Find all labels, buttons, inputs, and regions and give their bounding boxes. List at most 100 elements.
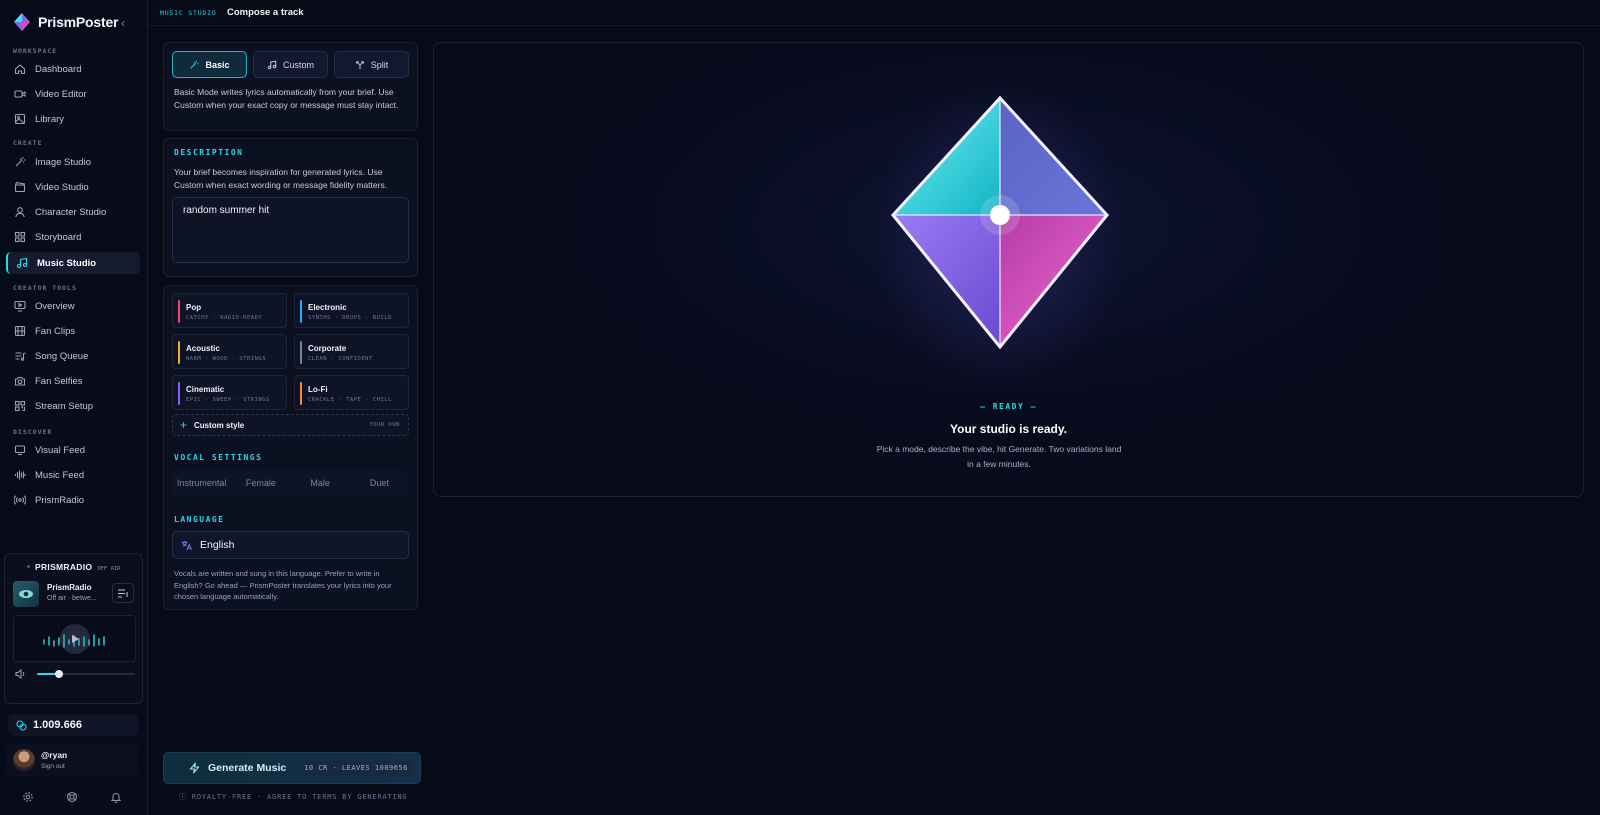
sidebar-item-label: Song Queue [35,350,89,362]
style-color-bar [178,341,180,364]
vocal-option-duet[interactable]: Duet [350,470,409,496]
language-select[interactable]: English [172,531,409,559]
custom-style-button[interactable]: + Custom style YOUR OWN [172,414,409,436]
section-label-creator-tools: CREATOR TOOLS [13,284,77,292]
custom-style-tag: YOUR OWN [369,422,400,428]
style-color-bar [300,382,302,405]
vocal-settings-segmented: Instrumental Female Male Duet [172,470,409,496]
screen-icon [14,445,26,456]
video-camera-icon [14,90,26,98]
mode-label: Basic [205,59,230,70]
mode-panel: Basic Custom Split Basic Mode writes lyr… [163,42,418,131]
sign-out-link[interactable]: Sign out [41,763,65,770]
sidebar-item-music-studio[interactable]: Music Studio [6,252,140,274]
credit-balance[interactable]: 1.009.666 [8,714,138,736]
description-textarea[interactable]: random summer hit [172,197,409,263]
sidebar-item-video-editor[interactable]: Video Editor [6,83,140,105]
sidebar-item-library[interactable]: Library [6,108,140,130]
brand[interactable]: PrismPoster [14,13,118,31]
sidebar-item-stream-setup[interactable]: Stream Setup [6,395,140,417]
home-icon [14,64,26,75]
radio-thumbnail [13,581,39,607]
collapse-sidebar-icon[interactable]: ‹ [121,16,125,30]
page-title: Compose a track [227,7,304,18]
status-line: — READY — [434,402,1583,411]
sidebar-item-label: Music Feed [35,469,85,481]
radio-station-subtitle: Off air · betwe... [47,595,97,602]
coins-icon [16,719,27,731]
magic-wand-icon [190,60,200,69]
style-tags: WARM · WOOD · STRINGS [186,356,267,362]
style-card-pop[interactable]: Pop CATCHY · RADIO-READY [172,293,287,328]
vocal-option-female[interactable]: Female [231,470,290,496]
sidebar: PrismPoster ‹ WORKSPACE CREATE CREATOR T… [0,0,148,815]
sidebar-item-visual-feed[interactable]: Visual Feed [6,439,140,461]
grid-icon [14,231,26,243]
sidebar-item-label: Dashboard [35,63,82,75]
user-icon [15,207,25,218]
play-icon [72,635,79,643]
volume-icon[interactable] [15,669,26,679]
royalty-footnote: ⓘ ROYALTY-FREE · AGREE TO TERMS BY GENER… [179,792,407,802]
notifications-bell-icon[interactable] [110,791,122,803]
prism-logo-icon [14,13,30,31]
volume-slider[interactable] [37,670,135,678]
sidebar-item-overview[interactable]: Overview [6,295,140,317]
split-icon [355,60,364,69]
radio-broadcast-icon [14,495,26,505]
style-card-cinematic[interactable]: Cinematic EPIC · SWEEP · STRINGS [172,375,287,410]
mode-label: Split [370,59,389,70]
prism-crystal-icon [870,85,1130,385]
style-card-lofi[interactable]: Lo-Fi CRACKLE · TAPE · CHILL [294,375,409,410]
divider-left: — [980,402,993,411]
style-settings-panel: Pop CATCHY · RADIO-READY Electronic SYNT… [163,285,418,610]
radio-play-button[interactable] [60,624,90,654]
sidebar-item-label: Library [35,113,65,125]
list-icon [117,589,127,597]
sidebar-item-fan-clips[interactable]: Fan Clips [6,320,140,342]
mode-split-button[interactable]: Split [334,51,409,78]
sidebar-item-prismradio[interactable]: PrismRadio [6,489,140,511]
volume-knob[interactable] [54,670,63,678]
royalty-text: ROYALTY-FREE · AGREE TO TERMS BY GENERAT… [191,793,408,801]
list-music-icon [15,352,26,361]
sidebar-item-dashboard[interactable]: Dashboard [6,58,140,80]
credit-amount: 1.009.666 [33,719,82,731]
image-icon [14,113,26,125]
ready-description: Pick a mode, describe the vibe, hit Gene… [876,444,1122,469]
ready-title: Your studio is ready. [950,422,1067,436]
user-card[interactable]: @ryan Sign out [6,743,138,777]
sidebar-item-video-studio[interactable]: Video Studio [6,176,140,198]
settings-gear-icon[interactable] [22,791,34,803]
style-name: Corporate [308,344,347,353]
sidebar-item-character-studio[interactable]: Character Studio [6,201,140,223]
mode-custom-button[interactable]: Custom [253,51,328,78]
user-handle: @ryan [41,750,68,760]
music-note-icon [16,257,28,269]
sidebar-item-image-studio[interactable]: Image Studio [6,151,140,173]
sidebar-item-label: Character Studio [35,206,107,218]
style-card-corporate[interactable]: Corporate CLEAN · CONFIDENT [294,334,409,369]
description-label: DESCRIPTION [174,148,244,157]
preview-area: — READY — Your studio is ready. Pick a m… [433,42,1584,497]
style-card-acoustic[interactable]: Acoustic WARM · WOOD · STRINGS [172,334,287,369]
avatar [13,749,35,771]
sidebar-item-label: Stream Setup [35,400,94,412]
vocal-option-instrumental[interactable]: Instrumental [172,470,231,496]
mode-basic-button[interactable]: Basic [172,51,247,78]
sidebar-item-song-queue[interactable]: Song Queue [6,345,140,367]
qr-code-icon [14,400,26,412]
divider-right: — [1024,402,1037,411]
plus-icon: + [180,418,188,432]
style-card-electronic[interactable]: Electronic SYNTHS · DROPS · BUILD [294,293,409,328]
sidebar-item-fan-selfies[interactable]: Fan Selfies [6,370,140,392]
sidebar-item-storyboard[interactable]: Storyboard [6,226,140,248]
sidebar-item-music-feed[interactable]: Music Feed [6,464,140,486]
vocal-option-male[interactable]: Male [291,470,350,496]
language-label: LANGUAGE [174,515,225,524]
radio-player-card: PRISMRADIO OFF AIR PrismRadio Off air · … [4,553,143,704]
generate-music-button[interactable]: Generate Music 10 CR · LEAVES 1009656 [163,752,421,784]
style-name: Cinematic [186,385,225,394]
radio-queue-button[interactable] [112,583,134,603]
help-lifebuoy-icon[interactable] [66,791,78,803]
